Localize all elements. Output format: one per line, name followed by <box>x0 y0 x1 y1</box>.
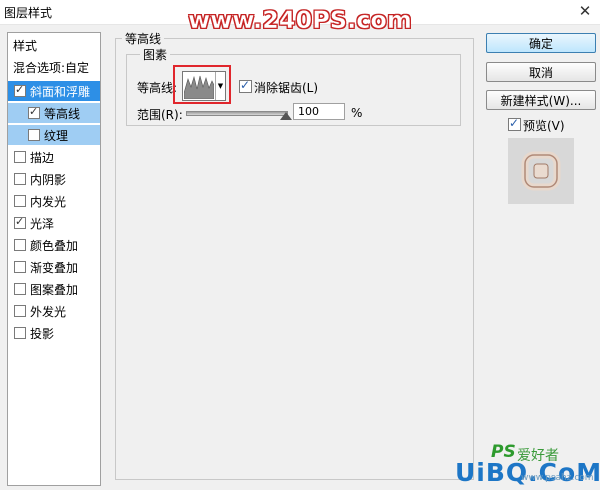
sidebar-item[interactable]: 内发光 <box>8 191 100 211</box>
sidebar-item-checkbox[interactable] <box>14 283 26 295</box>
sidebar-item-label: 光泽 <box>30 216 55 231</box>
sidebar-item-label: 渐变叠加 <box>30 260 79 275</box>
sidebar-item-label: 投影 <box>30 326 55 341</box>
antialias-checkbox[interactable] <box>239 78 252 93</box>
footer-watermark: PS 爱好者 UiBQ.CoM www.psahz.com <box>455 442 600 490</box>
sidebar-item-checkbox[interactable] <box>14 173 26 185</box>
sidebar-item-label: 内发光 <box>30 194 67 209</box>
subgroup-title: 图素 <box>140 46 171 63</box>
range-slider-thumb[interactable] <box>280 112 292 120</box>
close-icon[interactable]: ✕ <box>570 0 600 22</box>
sidebar-item-label: 斜面和浮雕 <box>30 84 91 99</box>
range-label: 范围(R): <box>137 108 183 122</box>
sidebar-item-checkbox[interactable] <box>14 83 26 97</box>
sidebar-item[interactable]: 光泽 <box>8 213 100 233</box>
sidebar-item-checkbox[interactable] <box>14 261 26 273</box>
dropdown-arrow-icon[interactable]: ▼ <box>215 72 225 100</box>
sidebar-item-checkbox[interactable] <box>14 215 26 229</box>
contour-label: 等高线: <box>137 81 178 95</box>
sidebar-item[interactable]: 纹理 <box>8 125 100 145</box>
cancel-button[interactable]: 取消 <box>486 62 596 82</box>
sidebar-item[interactable]: 外发光 <box>8 301 100 321</box>
range-unit: % <box>351 106 363 120</box>
sidebar-item-checkbox[interactable] <box>14 195 26 207</box>
contour-picker[interactable]: ▼ <box>182 71 226 101</box>
sidebar-item-checkbox[interactable] <box>28 129 40 141</box>
style-preview-thumbnail <box>508 138 574 204</box>
sidebar-item-checkbox[interactable] <box>14 305 26 317</box>
watermark-url: www.psahz.com <box>521 473 594 483</box>
sidebar-item-checkbox[interactable] <box>14 327 26 339</box>
sidebar-item-checkbox[interactable] <box>28 105 40 119</box>
sidebar-header[interactable]: 样式 <box>8 33 100 55</box>
sidebar-item[interactable]: 图案叠加 <box>8 279 100 299</box>
group-title: 等高线 <box>122 30 165 47</box>
new-style-button[interactable]: 新建样式(W)... <box>486 90 596 110</box>
styles-sidebar: 样式 混合选项:自定 斜面和浮雕等高线纹理描边内阴影内发光光泽颜色叠加渐变叠加图… <box>7 32 101 486</box>
range-input[interactable]: 100 <box>293 103 345 120</box>
contour-curve-icon <box>184 73 214 99</box>
sidebar-item-label: 等高线 <box>44 106 81 121</box>
preview-checkbox[interactable] <box>508 116 521 131</box>
sidebar-item[interactable]: 等高线 <box>8 103 100 123</box>
sidebar-item-label: 混合选项:自定 <box>13 61 90 75</box>
ok-button[interactable]: 确定 <box>486 33 596 53</box>
range-slider[interactable] <box>186 111 288 116</box>
sidebar-item[interactable]: 内阴影 <box>8 169 100 189</box>
sidebar-item-label: 内阴影 <box>30 172 67 187</box>
sidebar-item-checkbox[interactable] <box>14 151 26 163</box>
sidebar-item-label: 描边 <box>30 150 55 165</box>
sidebar-item[interactable]: 颜色叠加 <box>8 235 100 255</box>
sidebar-item[interactable]: 渐变叠加 <box>8 257 100 277</box>
watermark-text: www.240PS.com <box>188 6 413 35</box>
sidebar-item[interactable]: 投影 <box>8 323 100 343</box>
window-title: 图层样式 <box>4 6 53 20</box>
sidebar-item-label: 纹理 <box>44 128 69 143</box>
sidebar-item[interactable]: 斜面和浮雕 <box>8 81 100 101</box>
sidebar-item-label: 外发光 <box>30 304 67 319</box>
sidebar-item-label: 图案叠加 <box>30 282 79 297</box>
sidebar-item-label: 颜色叠加 <box>30 238 79 253</box>
preview-label: 预览(V) <box>523 119 565 133</box>
antialias-label: 消除锯齿(L) <box>254 81 319 95</box>
preview-shape-icon <box>521 151 561 191</box>
sidebar-item-checkbox[interactable] <box>14 239 26 251</box>
sidebar-item[interactable]: 描边 <box>8 147 100 167</box>
sidebar-header-label: 样式 <box>13 39 38 53</box>
sidebar-item-blend-options[interactable]: 混合选项:自定 <box>8 56 100 76</box>
